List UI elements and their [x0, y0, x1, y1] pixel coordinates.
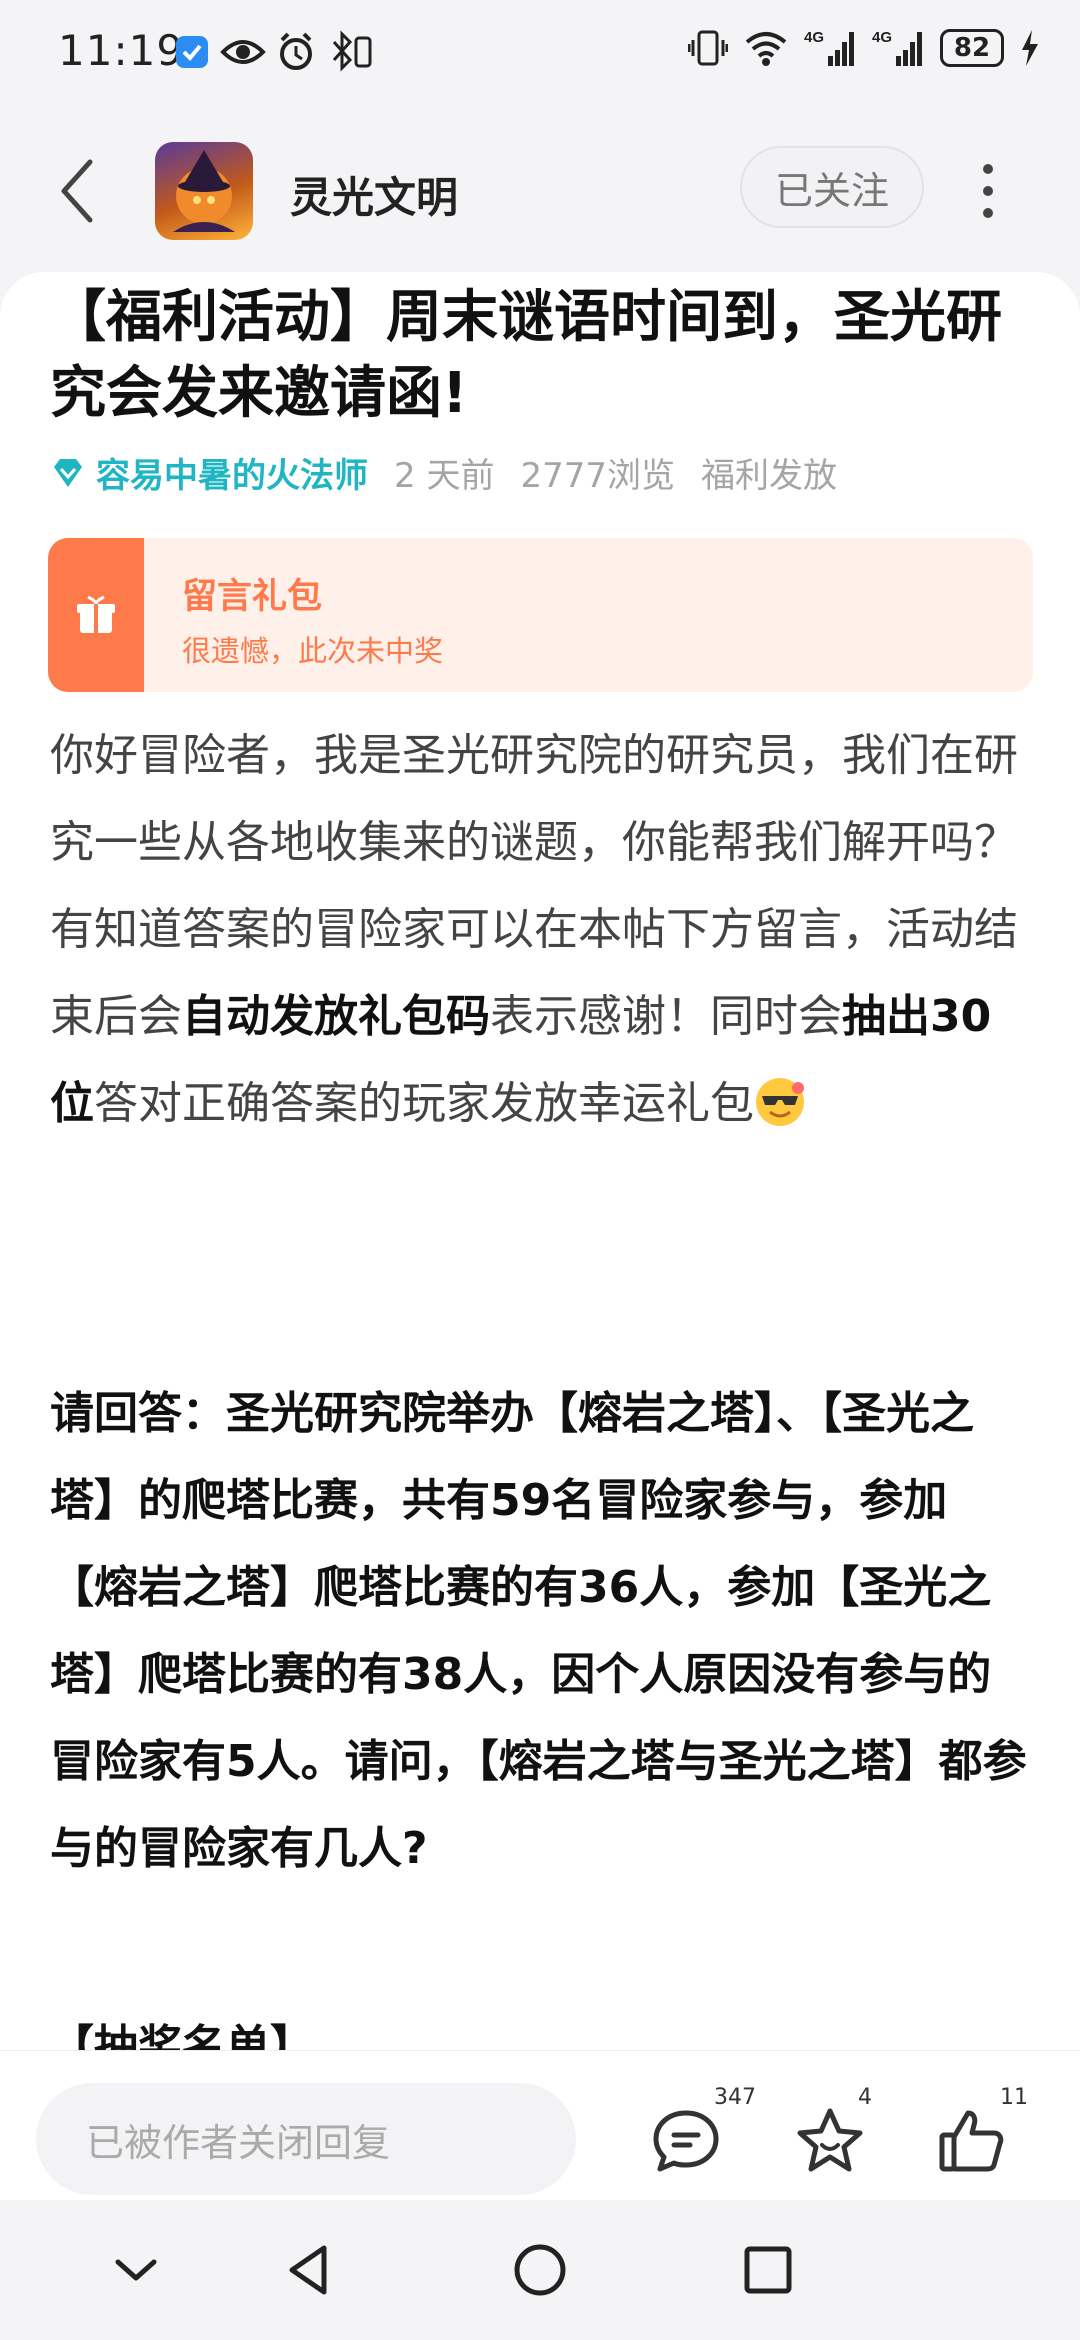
body-text-3: 答对正确答案的玩家发放幸运礼包: [94, 1078, 754, 1129]
like-thumbs-up-icon[interactable]: [936, 2105, 1008, 2177]
gift-title: 留言礼包: [182, 577, 323, 617]
body-text-2: 表示感谢！同时会: [490, 991, 842, 1042]
svg-text:4G: 4G: [804, 29, 824, 46]
follow-button[interactable]: 已关注: [740, 146, 924, 228]
gift-icon-panel: [48, 538, 144, 692]
post-meta: 容易中暑的火法师 2 天前 2777浏览 福利发放: [50, 448, 863, 497]
app-avatar[interactable]: [155, 142, 253, 240]
nav-recents-icon[interactable]: [738, 2240, 798, 2300]
favorite-star-icon[interactable]: [794, 2105, 866, 2177]
gift-result: 很遗憾，此次未中奖: [182, 634, 444, 668]
bluetooth-icon: [332, 30, 372, 72]
gift-icon: [77, 595, 115, 633]
app-header: 灵光文明 已关注: [0, 104, 1080, 282]
app-notification-icon: [176, 36, 208, 68]
nav-home-icon[interactable]: [510, 2240, 570, 2300]
eye-icon: [220, 40, 266, 64]
app-name[interactable]: 灵光文明: [290, 164, 458, 225]
view-count: 2777浏览: [520, 456, 675, 496]
status-bar: 11:19 4G 4G 82: [0, 0, 1080, 104]
post-body: 你好冒险者，我是圣光研究院的研究员，我们在研究一些从各地收集来的谜题，你能帮我们…: [50, 712, 1035, 1147]
signal-4g-icon: 4G: [872, 29, 922, 66]
post-time: 2 天前: [394, 456, 495, 496]
like-count: 11: [1000, 2085, 1028, 2110]
post-category[interactable]: 福利发放: [701, 448, 837, 497]
chevron-down-icon[interactable]: [106, 2240, 166, 2300]
signal-4g-icon: 4G: [804, 29, 854, 66]
more-options-icon[interactable]: [980, 164, 996, 224]
bottom-action-bar: 已被作者关闭回复 347 4 11: [0, 2050, 1080, 2201]
status-right: 4G 4G 82: [688, 26, 1040, 70]
wifi-icon: [745, 32, 787, 66]
cool-face-emoji-icon: [756, 1078, 804, 1126]
draw-list-title: 【抽奖名单】: [50, 2021, 314, 2052]
gift-pack-card[interactable]: 留言礼包 很遗憾，此次未中奖: [48, 538, 1033, 692]
post-title: 【福利活动】周末谜语时间到，圣光研究会发来邀请函!: [50, 285, 1002, 426]
diamond-badge-icon: [54, 458, 82, 487]
quiz-question: 请回答：圣光研究院举办【熔岩之塔】、【圣光之塔】的爬塔比赛，共有59名冒险家参与…: [50, 1388, 1027, 1874]
battery-indicator: 82: [940, 29, 1004, 67]
body-bold-1: 自动发放礼包码: [182, 991, 490, 1042]
comment-icon[interactable]: [650, 2105, 722, 2177]
charging-icon: [1022, 30, 1038, 66]
status-time: 11:19: [58, 26, 185, 75]
reply-input[interactable]: 已被作者关闭回复: [36, 2083, 576, 2195]
post-content[interactable]: 【福利活动】周末谜语时间到，圣光研究会发来邀请函! 容易中暑的火法师 2 天前 …: [0, 272, 1080, 2052]
nav-back-icon[interactable]: [280, 2240, 340, 2300]
alarm-icon: [280, 32, 312, 70]
favorite-count: 4: [858, 2085, 872, 2110]
vibrate-icon: [688, 30, 728, 66]
back-arrow-icon[interactable]: [58, 156, 98, 226]
author-name[interactable]: 容易中暑的火法师: [96, 448, 368, 497]
system-nav-bar: [0, 2200, 1080, 2340]
comment-count: 347: [714, 2085, 756, 2110]
svg-text:4G: 4G: [872, 29, 892, 46]
